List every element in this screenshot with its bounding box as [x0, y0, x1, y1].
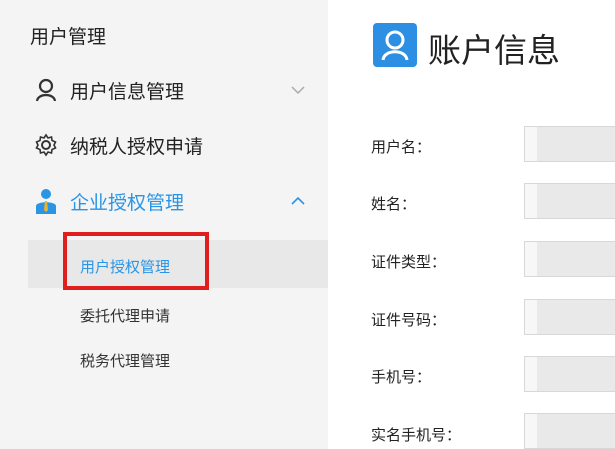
username-field[interactable] [524, 126, 615, 162]
user-outline-icon [373, 23, 417, 67]
field-label-username: 用户名： [371, 139, 432, 156]
user-outline-icon [34, 78, 58, 102]
menu-item-label: 企业授权管理 [70, 192, 185, 214]
field-label-name: 姓名： [371, 196, 417, 213]
submenu-item-delegation-application[interactable]: 委托代理申请 [80, 305, 170, 326]
verified-phone-field[interactable] [524, 413, 615, 449]
field-label-id-type: 证件类型： [371, 254, 447, 271]
field-label-verified-phone: 实名手机号： [371, 427, 462, 444]
sidebar: 用户管理 用户信息管理 纳税人授权申请 企业授权管理 用户授权管理 委托代理申请… [0, 0, 328, 449]
gear-icon [34, 133, 58, 157]
sidebar-title: 用户管理 [30, 27, 107, 48]
id-number-field[interactable] [524, 299, 615, 335]
menu-item-user-info[interactable]: 用户信息管理 [34, 73, 324, 107]
page-title: 账户信息 [428, 32, 560, 69]
business-user-icon [34, 189, 58, 214]
id-type-field[interactable] [524, 241, 615, 277]
menu-item-taxpayer-authorization[interactable]: 纳税人授权申请 [34, 128, 324, 162]
phone-field[interactable] [524, 356, 615, 392]
submenu-item-tax-agent-management[interactable]: 税务代理管理 [80, 350, 170, 371]
menu-item-label: 纳税人授权申请 [70, 136, 204, 158]
chevron-up-icon [290, 193, 306, 209]
chevron-down-icon [290, 82, 306, 98]
menu-item-enterprise-authorization[interactable]: 企业授权管理 [34, 184, 324, 218]
field-label-id-number: 证件号码： [371, 312, 447, 329]
name-field[interactable] [524, 183, 615, 219]
field-label-phone: 手机号： [371, 369, 432, 386]
menu-item-label: 用户信息管理 [70, 81, 185, 103]
main-panel: 账户信息 用户名： 姓名： 证件类型： 证件号码： 手机号： 实名手机号： [328, 0, 615, 449]
annotation-highlight-box [63, 232, 209, 290]
